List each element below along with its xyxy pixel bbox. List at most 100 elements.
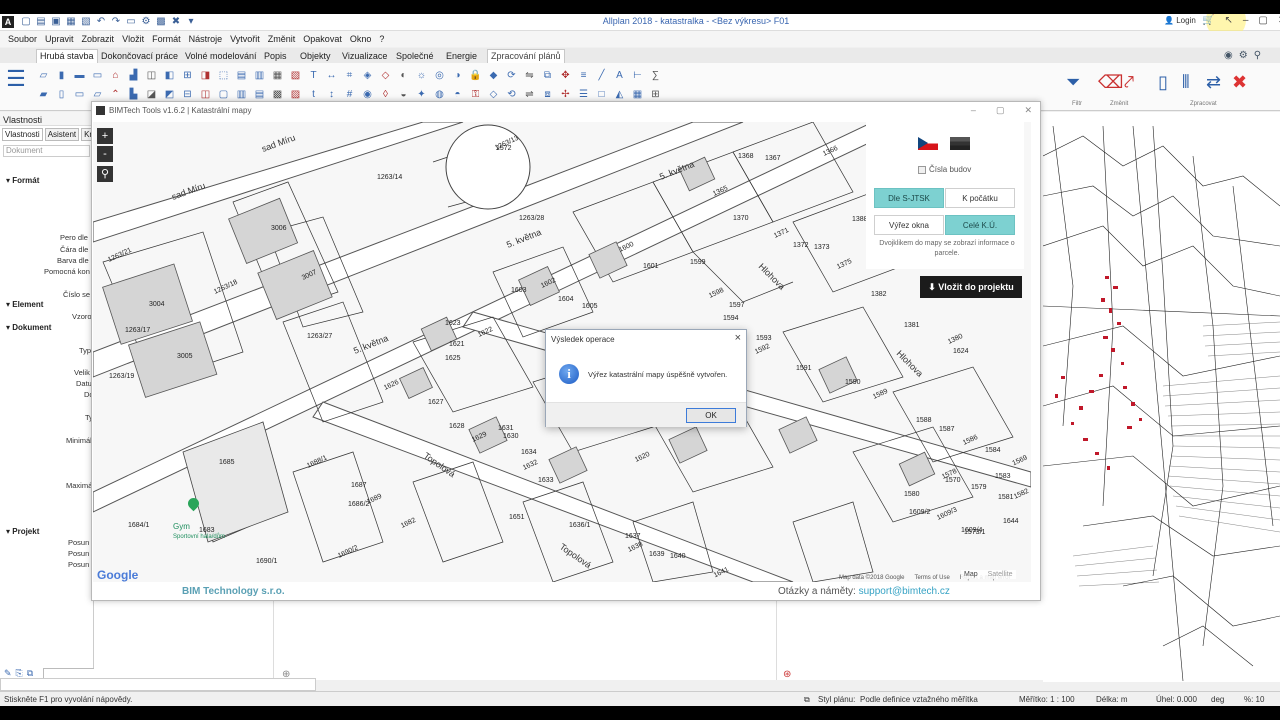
column-icon[interactable]: ▮ xyxy=(54,68,69,83)
maximize-icon[interactable]: ▢ xyxy=(1258,15,1267,26)
hatch2-icon[interactable]: ▨ xyxy=(288,87,303,102)
filter-icon[interactable]: ⏷ xyxy=(1066,71,1080,93)
stair2-icon[interactable]: ▙ xyxy=(126,87,141,102)
cube-icon[interactable]: ◆ xyxy=(486,68,501,83)
camera2-icon[interactable]: ◍ xyxy=(432,87,447,102)
room-icon[interactable]: ⬚ xyxy=(216,68,231,83)
mirror2-icon[interactable]: ⇌ xyxy=(522,87,537,102)
minimize-icon[interactable]: – xyxy=(1243,15,1249,26)
surface-icon[interactable]: ◑ xyxy=(450,68,465,83)
ceiling-icon[interactable]: ▥ xyxy=(252,68,267,83)
map-button[interactable]: Map xyxy=(964,571,978,578)
status-delka[interactable]: Délka: m xyxy=(1096,695,1128,704)
cisla-budov-checkbox[interactable]: Čísla budov xyxy=(918,165,971,174)
zoom-out-button[interactable]: - xyxy=(97,146,113,162)
table-icon[interactable]: ⊞ xyxy=(648,87,663,102)
cart-icon[interactable]: 🛒 xyxy=(1202,15,1214,26)
rotate-icon[interactable]: ⟳ xyxy=(504,68,519,83)
section-dokument[interactable]: Dokument xyxy=(6,323,51,332)
czech-flag-icon[interactable] xyxy=(918,137,938,150)
opening-icon[interactable]: ◫ xyxy=(144,68,159,83)
tab-energie[interactable]: Energie xyxy=(446,51,477,61)
lock-icon[interactable]: 🔒 xyxy=(468,68,483,83)
tab-zpracovani-planu[interactable]: Zpracování plánů xyxy=(487,49,565,63)
split-icon[interactable]: ⫴ xyxy=(1182,71,1190,93)
window-tool-icon[interactable]: ⊞ xyxy=(180,68,195,83)
copy-icon[interactable]: ⧉ xyxy=(540,68,555,83)
eraser-icon[interactable]: ⌫ xyxy=(1098,71,1123,93)
gear-icon[interactable]: ⚙ xyxy=(1239,50,1248,61)
section-projekt[interactable]: Projekt xyxy=(6,527,39,536)
menu-nastroje[interactable]: Nástroje xyxy=(185,31,227,47)
plan-icon[interactable]: ▦ xyxy=(630,87,645,102)
menu-soubor[interactable]: Soubor xyxy=(4,31,41,47)
window2-icon[interactable]: ⊟ xyxy=(180,87,195,102)
key-icon[interactable]: ⚿ xyxy=(468,87,483,102)
tab-vizualizace[interactable]: Vizualizace xyxy=(342,51,387,61)
status-deg[interactable]: deg xyxy=(1211,695,1224,704)
status-styl-value[interactable]: Podle definice vztažného měřítka xyxy=(860,695,978,704)
hatch-icon[interactable]: ▧ xyxy=(288,68,303,83)
render2-icon[interactable]: ◒ xyxy=(396,87,411,102)
move2-icon[interactable]: ✢ xyxy=(558,87,573,102)
menu-upravit[interactable]: Upravit xyxy=(41,31,78,47)
tab-hruba-stavba[interactable]: Hrubá stavba xyxy=(36,49,98,63)
column2-icon[interactable]: ▯ xyxy=(54,87,69,102)
floor2-icon[interactable]: ▥ xyxy=(234,87,249,102)
menu-okno[interactable]: Okno xyxy=(346,31,376,47)
camera-icon[interactable]: ◉ xyxy=(1224,50,1233,61)
move-icon[interactable]: ✥ xyxy=(558,68,573,83)
delete-icon[interactable]: ✖ xyxy=(1232,71,1247,93)
menu-help[interactable]: ? xyxy=(375,31,388,47)
login-button[interactable]: 👤 Login xyxy=(1164,16,1196,25)
roof-icon[interactable]: ⌂ xyxy=(108,68,123,83)
mirror-icon[interactable]: ⇋ xyxy=(522,68,537,83)
tab-popis[interactable]: Popis xyxy=(264,51,287,61)
tab-dokoncovaci-prace[interactable]: Dokončovací práce xyxy=(101,51,178,61)
symbol2-icon[interactable]: ◊ xyxy=(378,87,393,102)
slab2-icon[interactable]: ▱ xyxy=(90,87,105,102)
area-icon[interactable]: ▦ xyxy=(270,68,285,83)
status-meritko[interactable]: Měřítko: 1 : 100 xyxy=(1019,695,1075,704)
document-filter-field[interactable]: Dokument xyxy=(3,145,90,157)
change-icon[interactable]: ⤤ xyxy=(1124,71,1134,93)
bimtech-close-icon[interactable]: ✕ xyxy=(1024,105,1032,116)
support-email-link[interactable]: support@bimtech.cz xyxy=(859,586,950,597)
ceiling2-icon[interactable]: ▤ xyxy=(252,87,267,102)
fill-icon[interactable]: ◭ xyxy=(612,87,627,102)
section-element[interactable]: Element xyxy=(6,300,43,309)
vyrez-okna-button[interactable]: Výřez okna xyxy=(874,215,944,235)
stair-icon[interactable]: ▟ xyxy=(126,68,141,83)
menu-format[interactable]: Formát xyxy=(148,31,185,47)
calc-icon[interactable]: ∑ xyxy=(648,68,663,83)
menu-vlozit[interactable]: Vložit xyxy=(118,31,148,47)
map-search-icon[interactable]: ⚲ xyxy=(97,166,113,182)
vlozit-do-projektu-button[interactable]: ⬇ Vložit do projektu xyxy=(920,276,1022,298)
surface2-icon[interactable]: ◓ xyxy=(450,87,465,102)
dle-sjtsk-button[interactable]: Dle S-JTSK xyxy=(874,188,944,208)
gym-label[interactable]: Gym Sportovní hala/dům xyxy=(173,522,225,540)
door2-icon[interactable]: ◩ xyxy=(162,87,177,102)
text2-icon[interactable]: t xyxy=(306,87,321,102)
room2-icon[interactable]: ▢ xyxy=(216,87,231,102)
ok-button[interactable]: OK xyxy=(686,408,736,423)
transfer-icon[interactable]: ⇄ xyxy=(1206,71,1221,93)
menu-zobrazit[interactable]: Zobrazit xyxy=(78,31,119,47)
tab-asistent[interactable]: Asistent xyxy=(44,128,80,141)
satellite-button[interactable]: Satellite xyxy=(988,571,1013,578)
zoom-in-button[interactable]: + xyxy=(97,128,113,144)
command-line-input[interactable] xyxy=(0,678,316,691)
copy2-icon[interactable]: ⧈ xyxy=(540,87,555,102)
slovak-flag-icon[interactable] xyxy=(950,137,970,150)
dimension-icon[interactable]: ↔ xyxy=(324,68,339,83)
text-a-icon[interactable]: A xyxy=(612,68,627,83)
wall-icon[interactable]: ▱ xyxy=(36,68,51,83)
status-uhel[interactable]: Úhel: 0.000 xyxy=(1156,695,1197,704)
label-icon[interactable]: ⌗ xyxy=(342,68,357,83)
section-format[interactable]: Formát xyxy=(6,176,39,185)
roof2-icon[interactable]: ⌃ xyxy=(108,87,123,102)
menu-zmenit[interactable]: Změnit xyxy=(264,31,300,47)
camera-tool-icon[interactable]: ◎ xyxy=(432,68,447,83)
tab-objekty[interactable]: Objekty xyxy=(300,51,331,61)
status-percent[interactable]: %: 10 xyxy=(1244,695,1264,704)
